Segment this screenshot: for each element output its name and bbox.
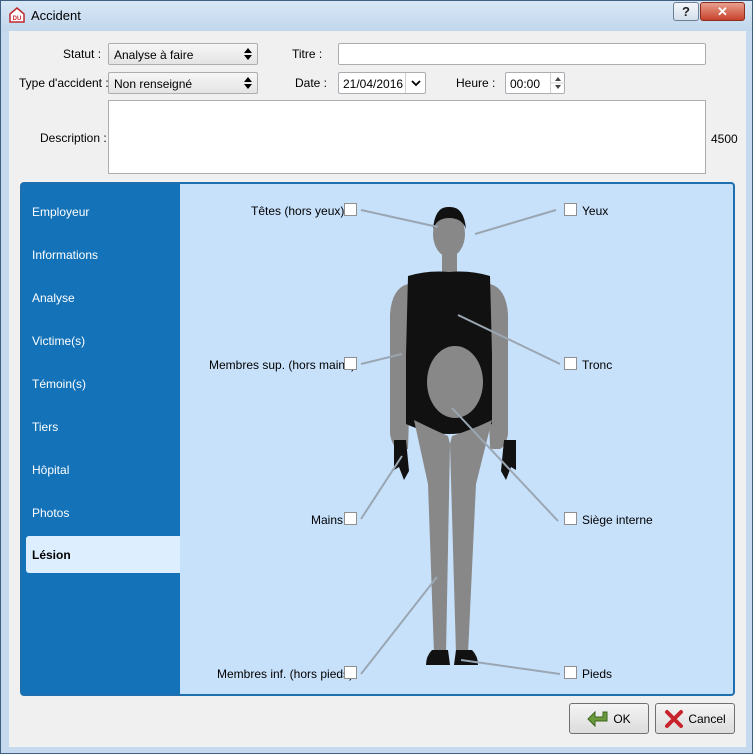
siege-checkbox[interactable] (564, 512, 577, 525)
tete-checkbox[interactable] (344, 203, 357, 216)
tete-label: Têtes (hors yeux) (251, 204, 345, 218)
ok-label: OK (613, 711, 631, 726)
sidebar-item-temoins[interactable]: Témoin(s) (32, 377, 86, 391)
heure-value: 00:00 (510, 77, 541, 91)
type-accident-select[interactable]: Non renseigné (108, 72, 258, 94)
right-leg-shape (450, 420, 492, 654)
cancel-label: Cancel (688, 711, 726, 726)
sidebar-item-employeur[interactable]: Employeur (32, 205, 89, 219)
cancel-x-icon (665, 709, 684, 728)
mains-label: Mains (311, 513, 344, 527)
membres-inf-checkbox[interactable] (344, 666, 357, 679)
membres-sup-checkbox[interactable] (344, 357, 357, 370)
pieds-label: Pieds (582, 667, 613, 681)
date-input[interactable]: 21/04/2016 (338, 72, 426, 94)
statut-label: Statut : (63, 47, 102, 61)
body-diagram-area: Têtes (hors yeux) Yeux Membres sup. (hor… (180, 184, 733, 694)
sidebar-item-victimes[interactable]: Victime(s) (32, 334, 85, 348)
statut-select[interactable]: Analyse à faire (108, 43, 258, 65)
cancel-button[interactable]: Cancel (655, 703, 735, 734)
yeux-label: Yeux (582, 204, 609, 218)
sidebar-item-hopital[interactable]: Hôpital (32, 463, 69, 477)
sidebar-item-informations[interactable]: Informations (32, 248, 98, 262)
chevron-down-icon (410, 79, 421, 86)
titre-label: Titre : (292, 47, 323, 61)
type-accident-label: Type d'accident : (19, 76, 109, 90)
description-textarea[interactable] (108, 100, 706, 174)
heure-label: Heure : (456, 76, 496, 90)
char-count: 4500 (711, 132, 738, 146)
dialog-body: Statut : Analyse à faire Titre : Type d'… (9, 31, 746, 747)
description-label: Description : (40, 131, 107, 145)
tronc-checkbox[interactable] (564, 357, 577, 370)
sidebar-item-photos[interactable]: Photos (32, 506, 69, 520)
heure-input[interactable]: 00:00 (505, 72, 565, 94)
sidebar-item-analyse[interactable]: Analyse (32, 291, 75, 305)
type-accident-value: Non renseigné (114, 77, 193, 91)
tab-panel: Employeur Informations Analyse Victime(s… (20, 182, 735, 696)
statut-value: Analyse à faire (114, 48, 194, 62)
heure-spinner[interactable] (550, 73, 565, 93)
yeux-checkbox[interactable] (564, 203, 577, 216)
belly-shape (427, 346, 483, 418)
titre-input[interactable] (338, 43, 706, 65)
svg-text:DU: DU (13, 16, 22, 22)
app-logo-icon: DU (9, 7, 25, 23)
siege-label: Siège interne (582, 513, 653, 527)
updown-arrows-icon (244, 77, 252, 89)
sidebar-item-tiers[interactable]: Tiers (32, 420, 58, 434)
tronc-label: Tronc (582, 358, 613, 372)
sidebar-item-lesion[interactable]: Lésion (26, 536, 180, 573)
accident-window: DU Accident ? ✕ Statut : Analyse à faire… (0, 0, 753, 754)
left-foot-shape (426, 650, 450, 665)
window-title: Accident (31, 8, 81, 23)
human-body-figure (360, 206, 561, 675)
ok-button[interactable]: OK (569, 703, 649, 734)
membres-sup-label: Membres sup. (hors mains) (209, 358, 356, 372)
close-button[interactable]: ✕ (700, 2, 745, 21)
mains-checkbox[interactable] (344, 512, 357, 525)
date-dropdown-button[interactable] (405, 73, 425, 93)
membres-inf-label: Membres inf. (hors pieds) (217, 667, 354, 681)
help-button[interactable]: ? (673, 2, 699, 21)
sidebar: Employeur Informations Analyse Victime(s… (22, 184, 180, 694)
title-bar[interactable]: DU Accident ? ✕ (1, 1, 752, 31)
pieds-checkbox[interactable] (564, 666, 577, 679)
spinner-arrows-icon (551, 77, 565, 89)
neck-shape (442, 254, 457, 272)
return-arrow-icon (587, 710, 608, 727)
updown-arrows-icon (244, 48, 252, 60)
left-leg-shape (414, 420, 450, 654)
date-label: Date : (295, 76, 328, 90)
date-value: 21/04/2016 (343, 77, 404, 91)
